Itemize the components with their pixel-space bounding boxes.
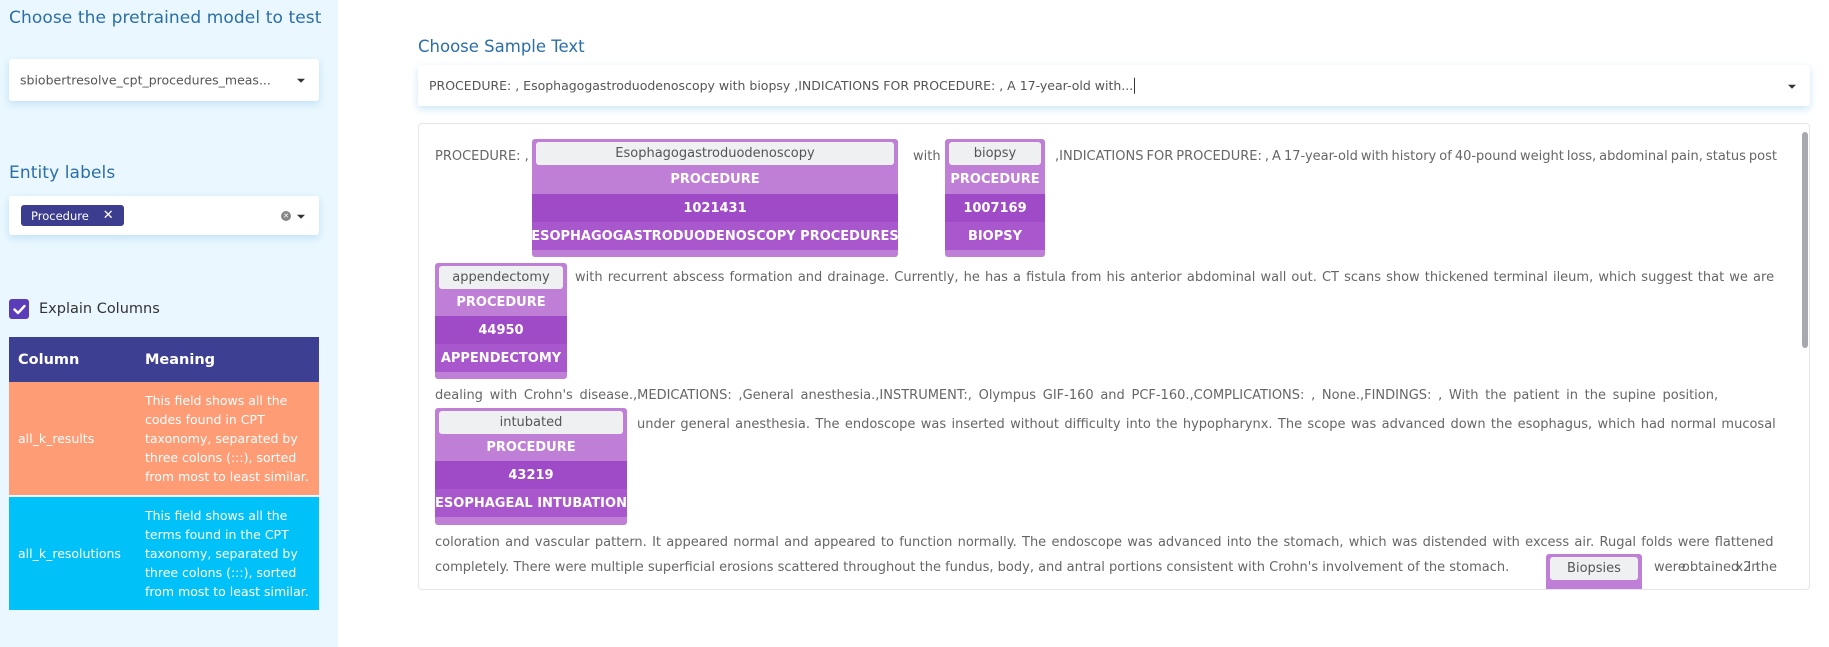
text-segment: with [913,149,941,164]
header-column: Column [9,337,136,382]
columns-explanation-table: Column Meaning all_k_results This field … [9,337,319,610]
tag-procedure: Procedure ✕ [21,205,124,226]
entity-label: PROCEDURE [435,434,627,461]
entity-resolution: ESOPHAGOGASTRODUODENOSCOPY PROCEDURES [532,222,898,250]
explain-columns-label: Explain Columns [39,301,160,317]
entity-annotation: appendectomy PROCEDURE 44950 APPENDECTOM… [435,263,567,379]
entity-code: 44950 [435,316,567,344]
text-segment: completely. There were multiple superfic… [435,560,1510,575]
sample-text-select[interactable]: PROCEDURE: , Esophagogastroduodenoscopy … [418,65,1810,106]
entity-annotation: Esophagogastroduodenoscopy PROCEDURE 102… [532,139,898,257]
entity-labels-title: Entity labels [9,163,116,183]
scrollbar-thumb[interactable] [1802,132,1808,348]
header-meaning: Meaning [136,337,319,382]
entity-label: PROCEDURE [435,289,567,316]
explain-columns-checkbox[interactable] [9,299,29,319]
model-select-value: sbiobertresolve_cpt_procedures_meas... [20,72,271,88]
entity-chunk: intubated [439,411,623,434]
entity-code: 43219 [435,461,627,489]
text-segment: coloration and vascular pattern. It appe… [435,535,1774,550]
checkmark-icon [12,304,26,314]
entity-resolution: APPENDECTOMY [435,344,567,372]
sample-text-value: PROCEDURE: , Esophagogastroduodenoscopy … [429,77,1136,94]
table-header-row: Column Meaning [9,337,319,382]
explain-columns-checkbox-row[interactable]: Explain Columns [9,299,160,319]
text-segment: with recurrent abscess formation and dra… [575,270,1775,285]
sidebar: Choose the pretrained model to test sbio… [0,0,338,647]
sample-text-value-text: PROCEDURE: , Esophagogastroduodenoscopy … [429,77,1134,93]
text-segment: ,INDICATIONS FOR PROCEDURE: , A 17-year-… [1055,149,1777,164]
entity-annotation: intubated PROCEDURE 43219 ESOPHAGEAL INT… [435,408,627,525]
entity-annotation: biopsy PROCEDURE 1007169 BIOPSY [945,139,1045,257]
chevron-down-icon[interactable] [297,78,305,83]
column-name: all_k_results [9,382,136,496]
entity-code: 1021431 [532,194,898,222]
text-segment: PROCEDURE: , [435,149,529,164]
column-name: all_k_resolutions [9,495,136,610]
entity-chunk: Biopsies [1550,557,1638,580]
remove-tag-icon[interactable]: ✕ [103,209,114,222]
entity-chunk: appendectomy [439,266,563,289]
entity-code: 1007169 [945,194,1045,222]
text-segment: under general anesthesia. The endoscope … [637,417,1776,432]
tag-label: Procedure [31,208,89,223]
entity-resolution: BIOPSY [945,222,1045,250]
entity-label: PROCEDURE [532,165,898,194]
entity-chunk: Esophagogastroduodenoscopy [536,142,894,165]
entity-chunk: biopsy [949,142,1041,165]
entity-resolution: ESOPHAGEAL INTUBATION [435,489,627,517]
column-meaning: This field shows all the codes found in … [136,382,319,496]
column-meaning: This field shows all the terms found in … [136,495,319,610]
model-select[interactable]: sbiobertresolve_cpt_procedures_meas... [9,59,319,101]
entity-annotation: Biopsies [1546,554,1642,589]
text-cursor [1134,77,1136,94]
model-select-title: Choose the pretrained model to test [9,8,322,28]
entity-label: PROCEDURE [945,165,1045,194]
text-segment: dealing with Crohn's disease.,MEDICATION… [435,388,1719,403]
annotated-text-panel: PROCEDURE: , Esophagogastroduodenoscopy … [418,123,1810,590]
text-segment: were obtained x2 in the [1654,560,1777,575]
clear-all-icon[interactable]: ✕ [281,210,291,221]
table-row: all_k_results This field shows all the c… [9,382,319,496]
scrollbar[interactable] [1800,124,1809,589]
sample-text-title: Choose Sample Text [418,37,585,56]
entity-labels-multiselect[interactable]: Procedure ✕ ✕ [9,196,319,235]
table-row: all_k_resolutions This field shows all t… [9,495,319,610]
chevron-down-icon[interactable] [297,214,305,219]
chevron-down-icon[interactable] [1788,84,1796,89]
